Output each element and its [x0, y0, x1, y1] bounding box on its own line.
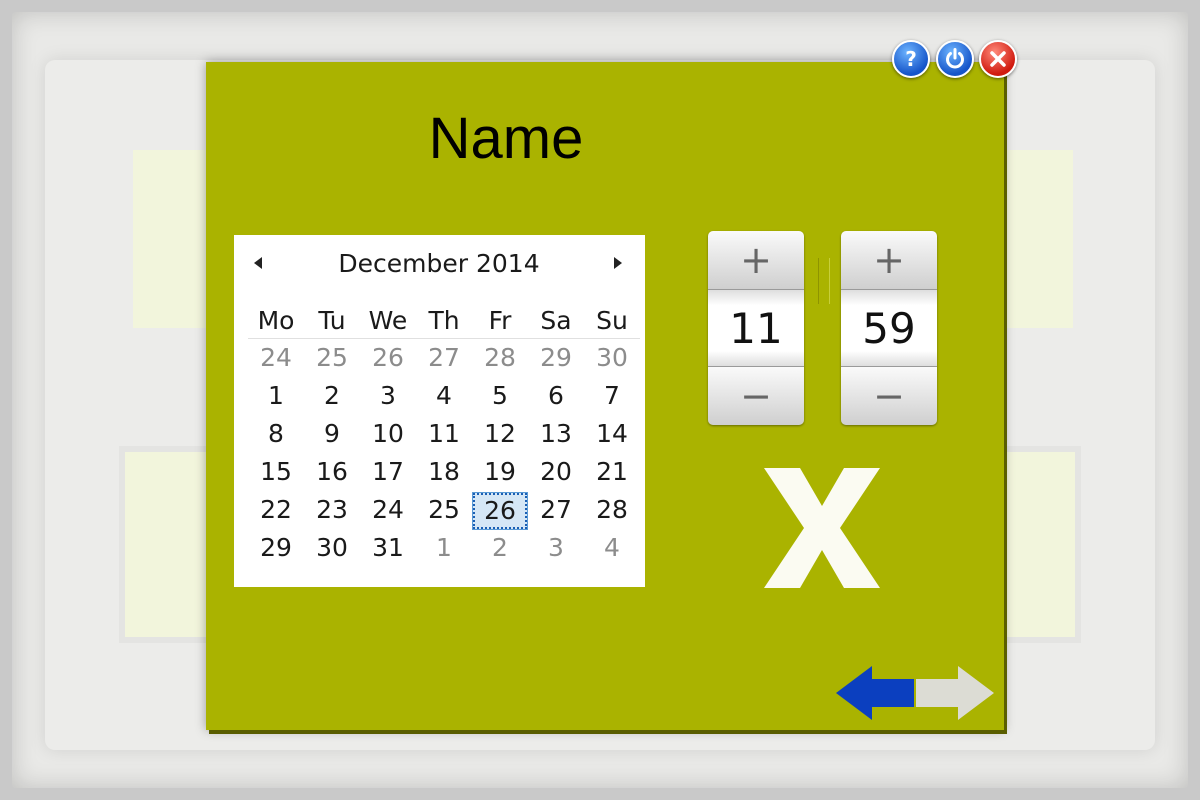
calendar-day[interactable]: 30 [584, 340, 640, 378]
calendar-day[interactable]: 31 [360, 530, 416, 568]
calendar-day[interactable]: 30 [304, 530, 360, 568]
calendar-day[interactable]: 23 [304, 492, 360, 530]
calendar-day[interactable]: 21 [584, 454, 640, 492]
weekday-label: Fr [488, 306, 512, 335]
calendar-day[interactable]: 2 [472, 530, 528, 568]
calendar-header: December 2014 [234, 249, 645, 281]
weekday-label: Tu [318, 306, 346, 335]
calendar-day-grid: 24 25 26 27 28 29 30 1 2 3 4 5 6 7 8 9 10 11 12 13 14 15 16 17 1… [248, 340, 640, 568]
hours-increment-button[interactable]: + [708, 231, 804, 289]
calendar-day[interactable]: 19 [472, 454, 528, 492]
calendar-day[interactable]: 28 [584, 492, 640, 530]
calendar-day[interactable]: 4 [416, 378, 472, 416]
calendar-day[interactable]: 5 [472, 378, 528, 416]
next-month-button[interactable] [606, 251, 630, 275]
hours-spinner: + 11 − [708, 231, 804, 425]
time-separator [818, 258, 830, 304]
calendar-month-title[interactable]: December 2014 [294, 249, 584, 278]
calendar-day[interactable]: 24 [248, 340, 304, 378]
weekday-label: Sa [540, 306, 572, 335]
minutes-increment-button[interactable]: + [841, 231, 937, 289]
calendar-day[interactable]: 27 [416, 340, 472, 378]
calendar-day[interactable]: 1 [248, 378, 304, 416]
close-icon [990, 51, 1006, 67]
calendar-day[interactable]: 8 [248, 416, 304, 454]
calendar-day[interactable]: 15 [248, 454, 304, 492]
calendar-day[interactable]: 18 [416, 454, 472, 492]
weekday-label: We [368, 306, 408, 335]
calendar-day[interactable]: 29 [528, 340, 584, 378]
calendar-day[interactable]: 10 [360, 416, 416, 454]
calendar-day[interactable]: 25 [416, 492, 472, 530]
calendar-day[interactable]: 13 [528, 416, 584, 454]
forward-button[interactable] [914, 664, 994, 722]
calendar-day[interactable]: 25 [304, 340, 360, 378]
calendar-day[interactable]: 28 [472, 340, 528, 378]
close-button[interactable] [979, 40, 1017, 78]
weekday-label: Su [596, 306, 628, 335]
calendar-day[interactable]: 12 [472, 416, 528, 454]
minutes-spinner: + 59 − [841, 231, 937, 425]
calendar-day[interactable]: 9 [304, 416, 360, 454]
calendar-day[interactable]: 1 [416, 530, 472, 568]
calendar-day[interactable]: 17 [360, 454, 416, 492]
triangle-right-icon [614, 257, 622, 269]
calendar-day[interactable]: 22 [248, 492, 304, 530]
dialog-title: Name [428, 106, 584, 171]
weekday-label: Mo [257, 306, 295, 335]
calendar-day[interactable]: 14 [584, 416, 640, 454]
power-icon [946, 48, 964, 69]
clear-button[interactable] [762, 468, 882, 588]
help-button[interactable]: ? [892, 40, 930, 78]
weekday-label: Th [428, 306, 460, 335]
calendar-day[interactable]: 7 [584, 378, 640, 416]
hours-decrement-button[interactable]: − [708, 367, 804, 425]
calendar-day[interactable]: 20 [528, 454, 584, 492]
calendar-day[interactable]: 6 [528, 378, 584, 416]
clear-x-icon [764, 468, 880, 588]
arrow-left-icon [836, 666, 914, 720]
weekday-header-row: Mo Tu We Th Fr Sa Su [248, 304, 640, 339]
calendar-day[interactable]: 24 [360, 492, 416, 530]
help-icon: ? [905, 47, 917, 71]
calendar-day[interactable]: 4 [584, 530, 640, 568]
triangle-left-icon [254, 257, 262, 269]
minutes-value[interactable]: 59 [841, 289, 937, 367]
calendar-day[interactable]: 16 [304, 454, 360, 492]
back-button[interactable] [836, 664, 914, 722]
hours-value[interactable]: 11 [708, 289, 804, 367]
calendar-day[interactable]: 11 [416, 416, 472, 454]
arrow-right-icon [916, 666, 994, 720]
calendar-day[interactable]: 2 [304, 378, 360, 416]
calendar-day[interactable]: 3 [360, 378, 416, 416]
minutes-decrement-button[interactable]: − [841, 367, 937, 425]
calendar-day[interactable]: 3 [528, 530, 584, 568]
calendar: December 2014 Mo Tu We Th Fr Sa Su 24 25 2… [234, 235, 645, 587]
power-button[interactable] [936, 40, 974, 78]
previous-month-button[interactable] [246, 251, 270, 275]
calendar-day[interactable]: 27 [528, 492, 584, 530]
calendar-day[interactable]: 29 [248, 530, 304, 568]
calendar-day[interactable]: 26 [360, 340, 416, 378]
calendar-day-selected[interactable]: 26 [472, 492, 528, 530]
